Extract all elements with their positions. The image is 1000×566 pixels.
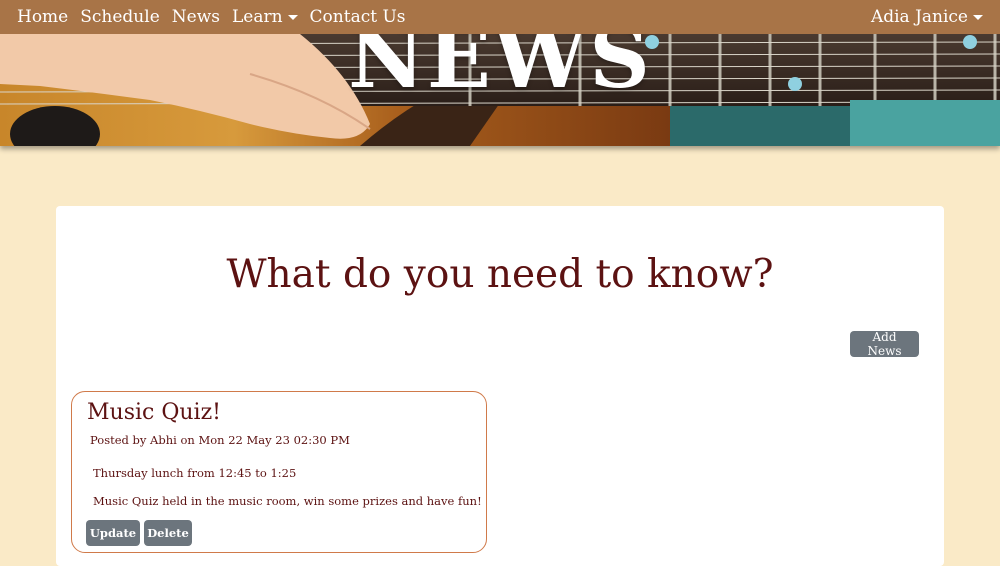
nav-item-learn-label: Learn (231, 7, 283, 27)
user-name: Adia Janice (870, 7, 968, 27)
page-title: What do you need to know? (226, 252, 774, 297)
chevron-down-icon (287, 14, 298, 20)
news-body-line: Music Quiz held in the music room, win s… (93, 494, 482, 508)
user-menu[interactable]: Adia Janice (871, 7, 983, 27)
news-title: Music Quiz! (87, 400, 222, 425)
update-button[interactable]: Update (86, 520, 140, 546)
nav-item-news[interactable]: News (172, 7, 220, 27)
nav-item-home[interactable]: Home (17, 7, 68, 27)
nav-item-learn[interactable]: Learn (232, 7, 298, 27)
delete-button[interactable]: Delete (144, 520, 192, 546)
header-banner: NEWS (0, 34, 1000, 146)
nav-item-contact[interactable]: Contact Us (310, 7, 406, 27)
chevron-down-icon (973, 14, 983, 20)
main-card: What do you need to know? Add News Music… (56, 206, 944, 566)
banner-title: NEWS (348, 34, 652, 107)
nav-links: Home Schedule News Learn Contact Us (17, 7, 418, 27)
top-navbar: Home Schedule News Learn Contact Us Adia… (0, 0, 1000, 34)
news-posted-by: Posted by Abhi on Mon 22 May 23 02:30 PM (90, 433, 350, 447)
nav-item-schedule[interactable]: Schedule (80, 7, 160, 27)
news-item: Music Quiz! Posted by Abhi on Mon 22 May… (71, 391, 487, 553)
news-body-line: Thursday lunch from 12:45 to 1:25 (93, 466, 297, 480)
news-actions: Update Delete (86, 520, 196, 546)
add-news-button[interactable]: Add News (850, 330, 919, 358)
